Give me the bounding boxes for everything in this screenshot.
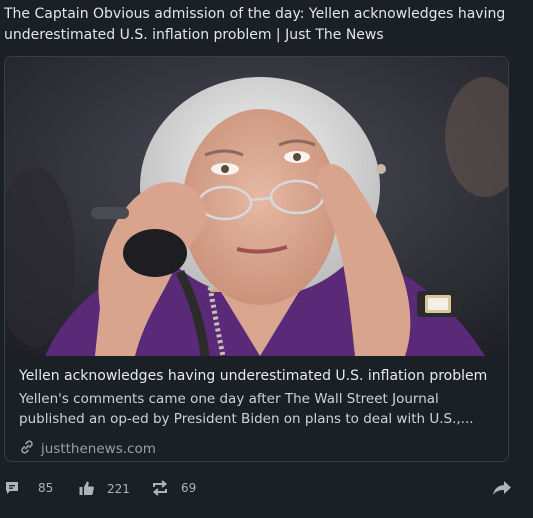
link-icon bbox=[19, 439, 35, 459]
comment-icon bbox=[4, 480, 20, 496]
comment-count: 85 bbox=[38, 481, 54, 495]
link-description: Yellen's comments came one day after The… bbox=[19, 391, 474, 427]
thumbs-up-icon bbox=[78, 480, 95, 497]
link-domain-row[interactable]: justthenews.com bbox=[19, 439, 497, 459]
article-photo[interactable] bbox=[5, 57, 509, 356]
repost-count: 69 bbox=[181, 481, 197, 495]
like-button[interactable]: 221 bbox=[78, 480, 130, 497]
link-title[interactable]: Yellen acknowledges having underestimate… bbox=[19, 366, 497, 386]
link-preview-card[interactable]: Yellen acknowledges having underestimate… bbox=[4, 56, 509, 462]
link-domain[interactable]: justthenews.com bbox=[41, 441, 156, 457]
post-title: The Captain Obvious admission of the day… bbox=[4, 6, 506, 43]
repost-icon bbox=[151, 480, 169, 496]
like-count: 221 bbox=[107, 481, 130, 496]
action-bar: 85 221 69 bbox=[0, 476, 533, 504]
comment-button[interactable]: 85 bbox=[4, 480, 53, 496]
share-button[interactable] bbox=[492, 480, 512, 496]
share-icon bbox=[492, 480, 512, 496]
repost-button[interactable]: 69 bbox=[151, 480, 196, 496]
